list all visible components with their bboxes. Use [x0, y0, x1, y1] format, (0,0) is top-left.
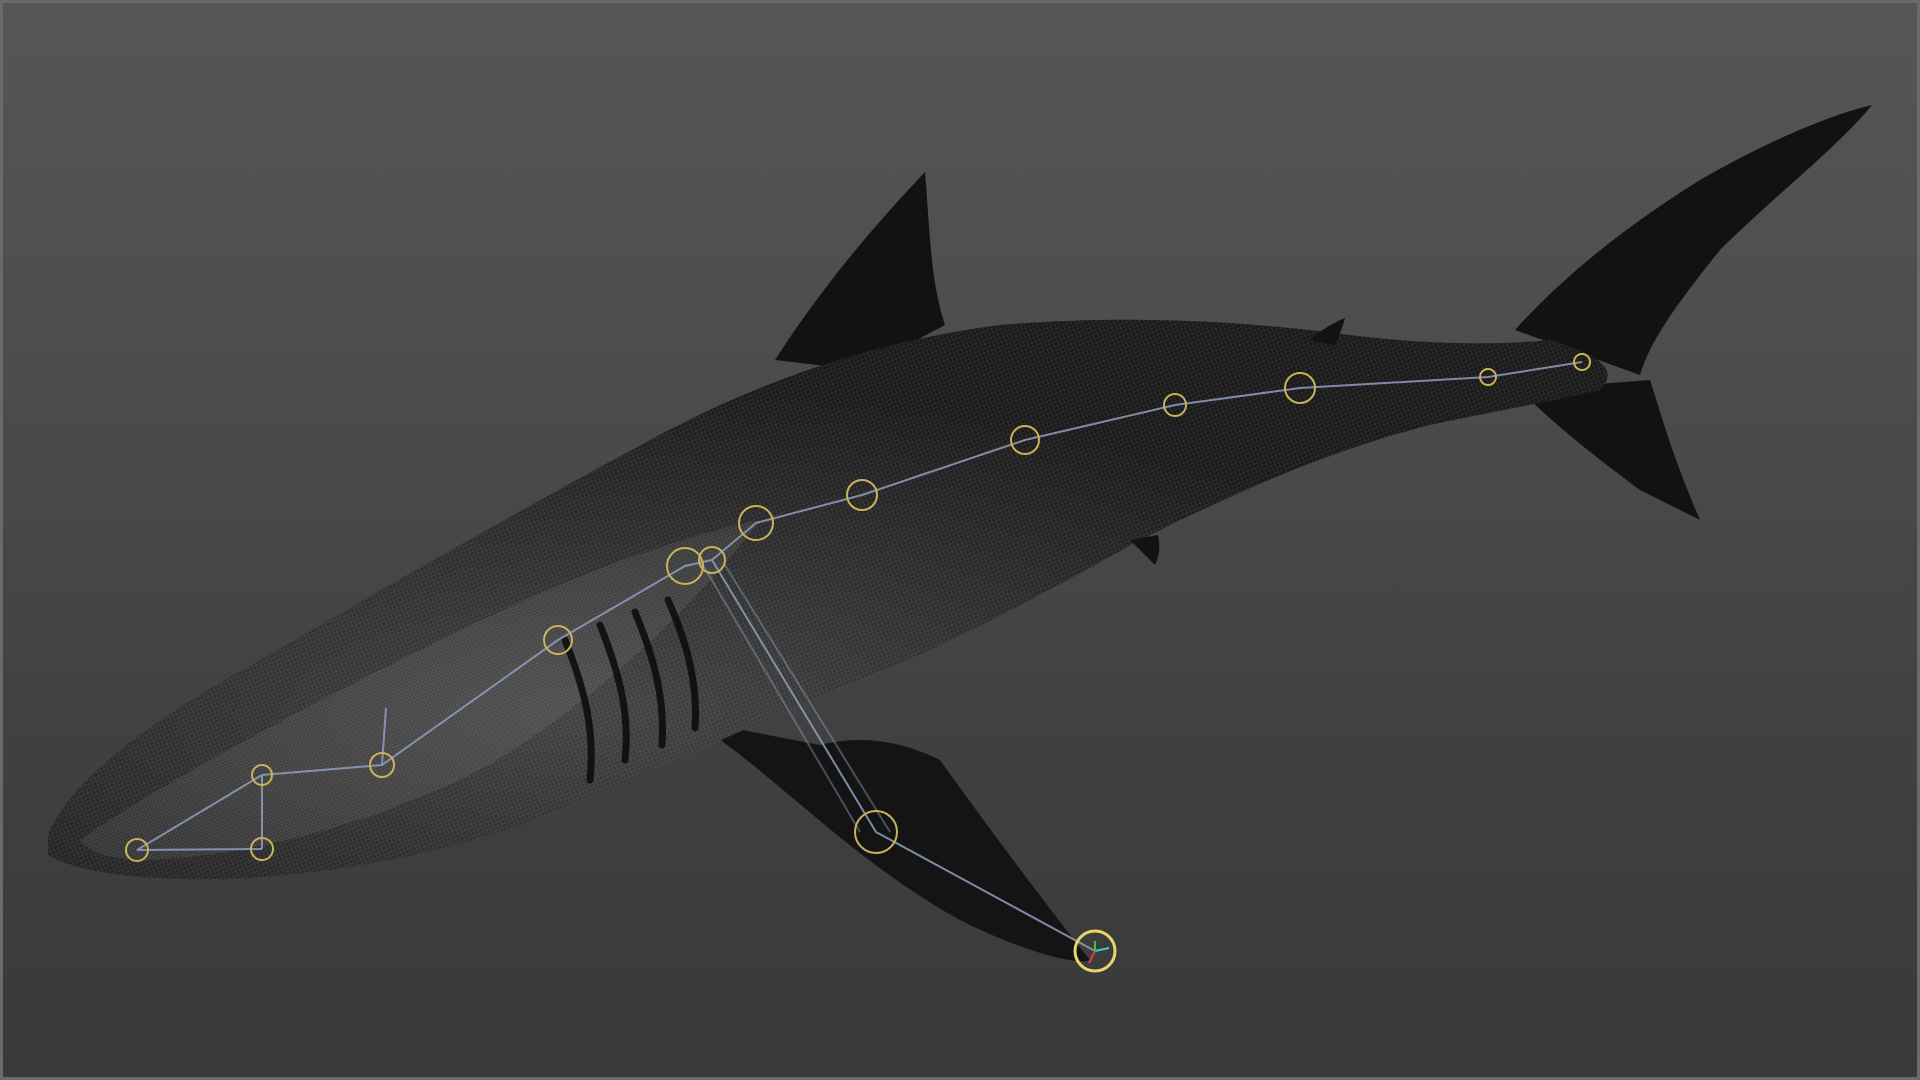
3d-viewport[interactable]: [0, 0, 1920, 1080]
tail-fin-upper[interactable]: [1515, 105, 1872, 375]
scene-canvas[interactable]: [0, 0, 1920, 1080]
anal-fin: [1130, 535, 1160, 565]
transform-manipulator[interactable]: [1088, 941, 1110, 964]
snout-bone[interactable]: [136, 848, 263, 851]
shark-model[interactable]: [48, 105, 1872, 962]
